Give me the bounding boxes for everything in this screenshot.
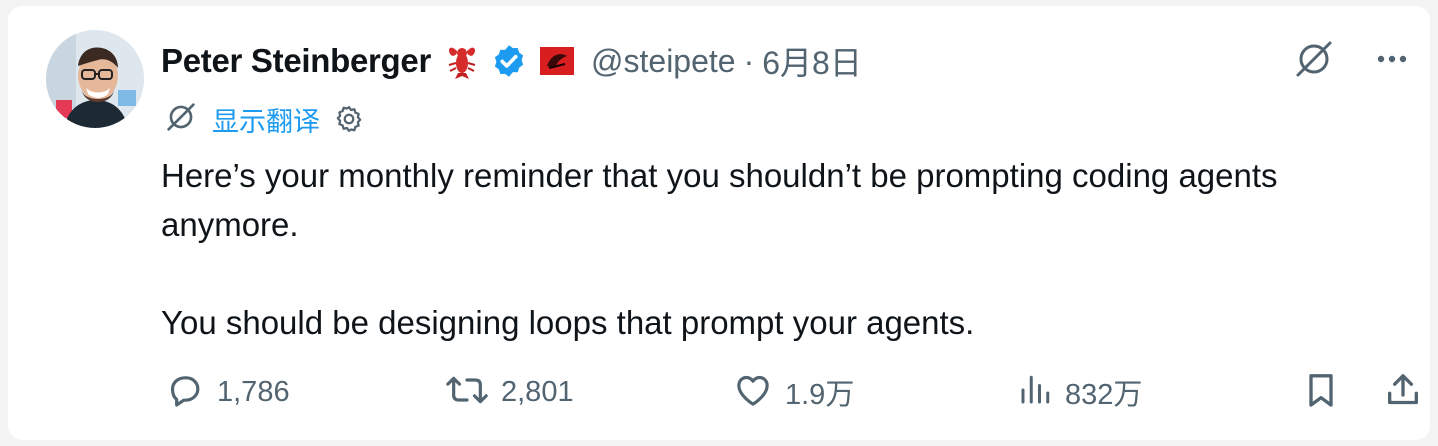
action-bar: 1,786 2,801 1.9万 832万 <box>161 370 1418 414</box>
gear-icon[interactable] <box>334 104 364 134</box>
views-button[interactable]: 832万 <box>1017 370 1142 414</box>
views-count: 832万 <box>1065 379 1143 411</box>
views-icon <box>1017 370 1053 415</box>
grok-icon <box>164 100 198 139</box>
reply-button[interactable]: 1,786 <box>165 370 290 414</box>
avatar[interactable] <box>46 30 144 128</box>
verified-badge-icon[interactable] <box>491 43 527 79</box>
show-translation-link[interactable]: 显示翻译 <box>212 100 320 139</box>
translate-row: 显示翻译 <box>164 99 364 139</box>
tweet-header: Peter Steinberger @steipete · 6月8日 <box>161 36 862 86</box>
author-name[interactable]: Peter Steinberger <box>161 42 431 80</box>
tweet-card[interactable]: Peter Steinberger @steipete · 6月8日 显示翻译 … <box>8 6 1430 440</box>
reply-icon <box>165 370 205 415</box>
red-flag-emoji <box>539 44 575 78</box>
grok-icon[interactable] <box>1292 37 1336 86</box>
more-icon[interactable] <box>1372 39 1412 84</box>
tweet-paragraph: Here’s your monthly reminder that you sh… <box>161 157 1278 243</box>
share-icon <box>1383 370 1423 415</box>
reply-count: 1,786 <box>217 375 290 408</box>
like-button[interactable]: 1.9万 <box>733 370 854 414</box>
like-count: 1.9万 <box>785 379 855 411</box>
retweet-button[interactable]: 2,801 <box>445 370 574 414</box>
bookmark-button[interactable] <box>1301 370 1341 414</box>
tweet-paragraph: You should be designing loops that promp… <box>161 304 975 341</box>
share-button[interactable] <box>1383 370 1423 414</box>
tweet-text: Here’s your monthly reminder that you sh… <box>161 151 1381 347</box>
tweet-top-actions <box>1292 36 1412 86</box>
retweet-count: 2,801 <box>501 375 574 408</box>
tweet-date[interactable]: 6月8日 <box>762 38 862 84</box>
retweet-icon <box>445 370 489 415</box>
separator-dot: · <box>743 42 755 79</box>
author-handle[interactable]: @steipete <box>591 43 736 80</box>
bookmark-icon <box>1301 370 1341 415</box>
lobster-emoji <box>445 41 479 81</box>
like-icon <box>733 370 773 415</box>
